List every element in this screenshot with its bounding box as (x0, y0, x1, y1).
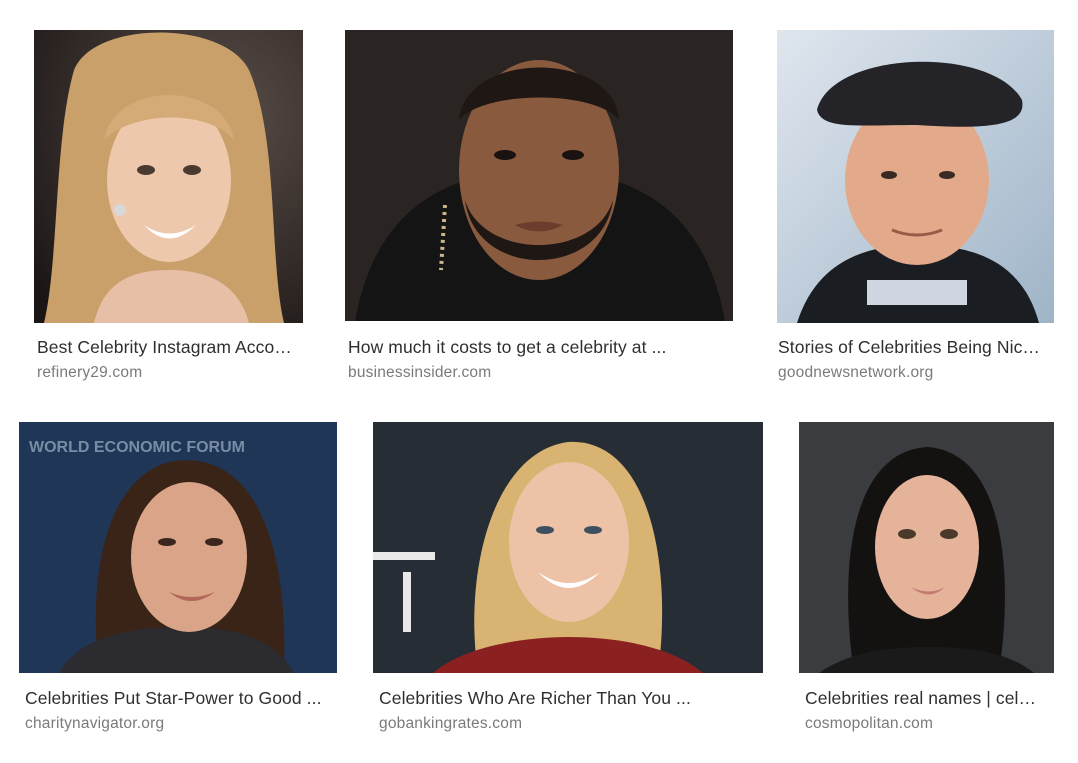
result-title[interactable]: How much it costs to get a celebrity at … (348, 336, 733, 358)
result-source: cosmopolitan.com (805, 715, 934, 732)
result-thumbnail-4[interactable]: WORLD ECONOMIC FORUM (19, 422, 337, 673)
result-title[interactable]: Best Celebrity Instagram Acco… (37, 336, 305, 358)
forum-backdrop-text: WORLD ECONOMIC FORUM (29, 439, 245, 456)
result-source: charitynavigator.org (25, 715, 165, 732)
result-source: gobankingrates.com (379, 715, 523, 732)
result-thumbnail-6[interactable] (799, 422, 1054, 673)
result-title[interactable]: Celebrities Who Are Richer Than You ... (379, 687, 763, 709)
result-thumbnail-2[interactable] (345, 30, 733, 321)
result-thumbnail-3[interactable] (777, 30, 1054, 323)
result-thumbnail-5[interactable] (373, 422, 763, 673)
result-title[interactable]: Celebrities real names | cel… (805, 687, 1045, 709)
result-source: goodnewsnetwork.org (778, 364, 934, 381)
result-title[interactable]: Celebrities Put Star-Power to Good ... (25, 687, 335, 709)
result-thumbnail-1[interactable] (34, 30, 303, 323)
result-source: refinery29.com (37, 364, 143, 381)
result-source: businessinsider.com (348, 364, 492, 381)
result-title[interactable]: Stories of Celebrities Being Nic… (778, 336, 1048, 358)
